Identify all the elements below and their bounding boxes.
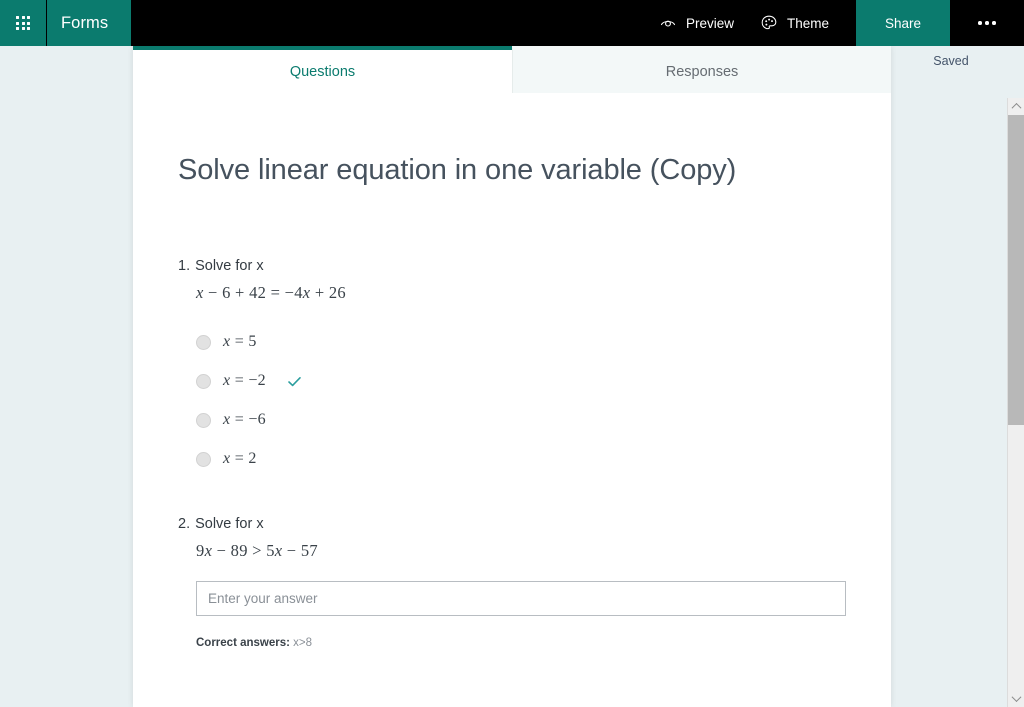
scrollbar-thumb[interactable]: [1008, 115, 1024, 425]
question-prompt: Solve for x: [195, 257, 264, 274]
brand-label: Forms: [61, 13, 109, 32]
theme-button[interactable]: Theme: [747, 0, 842, 46]
choice-option[interactable]: x = −2: [196, 362, 891, 401]
form-body: Solve linear equation in one variable (C…: [133, 93, 891, 707]
question-equation: x − 6 + 42 = −4x + 26: [196, 282, 346, 302]
answer-input-placeholder: Enter your answer: [208, 590, 318, 606]
radio-button[interactable]: [196, 373, 211, 389]
question-number: 1.: [178, 257, 191, 274]
share-label: Share: [884, 15, 922, 31]
question-number: 2.: [178, 515, 191, 532]
preview-label: Preview: [685, 15, 734, 31]
choice-options-list: x = 5 x = −2 x = −6 x = 2: [196, 323, 891, 479]
top-header-bar: Forms Preview Theme Share: [0, 0, 1024, 46]
app-launcher-grid-icon: [16, 16, 30, 30]
scroll-up-button[interactable]: [1008, 98, 1024, 115]
scroll-down-button[interactable]: [1008, 690, 1024, 707]
question-prompt: Solve for x: [195, 515, 264, 532]
question-header: 2. Solve for x: [178, 516, 891, 532]
form-editor-card: Questions Responses Solve linear equatio…: [133, 46, 891, 707]
preview-button[interactable]: Preview: [646, 0, 747, 46]
choice-label: x = 2: [223, 450, 257, 468]
tab-responses-label: Responses: [665, 63, 739, 80]
radio-button[interactable]: [196, 412, 211, 428]
question-header: 1. Solve for x: [178, 258, 891, 274]
correct-answers-label: Correct answers:: [196, 636, 290, 649]
tab-questions[interactable]: Questions: [133, 46, 512, 93]
brand-home-link[interactable]: Forms: [46, 0, 131, 46]
vertical-scrollbar[interactable]: [1007, 98, 1024, 707]
question-item[interactable]: 1. Solve for x x − 6 + 42 = −4x + 26 x =…: [178, 258, 891, 479]
more-options-button[interactable]: [950, 0, 1024, 46]
chevron-up-icon: [1011, 102, 1022, 113]
form-title[interactable]: Solve linear equation in one variable (C…: [133, 93, 891, 188]
tab-questions-label: Questions: [289, 63, 356, 80]
answer-text-input[interactable]: Enter your answer: [196, 580, 846, 616]
question-equation: 9x − 89 > 5x − 57: [196, 540, 318, 560]
tab-bar: Questions Responses: [133, 46, 891, 93]
radio-button[interactable]: [196, 451, 211, 467]
right-gutter: [891, 46, 1007, 707]
choice-option[interactable]: x = −6: [196, 401, 891, 440]
theme-label: Theme: [786, 15, 829, 31]
ellipsis-icon: [978, 21, 996, 25]
question-item[interactable]: 2. Solve for x 9x − 89 > 5x − 57 Enter y…: [178, 516, 891, 649]
palette-icon: [760, 14, 778, 32]
share-button[interactable]: Share: [856, 0, 950, 46]
chevron-down-icon: [1011, 692, 1022, 703]
save-status-label: Saved: [933, 54, 969, 68]
choice-label: x = 5: [223, 333, 257, 351]
choice-option[interactable]: x = 5: [196, 323, 891, 362]
app-launcher-button[interactable]: [0, 0, 46, 46]
header-spacer: [131, 0, 646, 46]
radio-button[interactable]: [196, 334, 211, 350]
correct-answers-value: x>8: [293, 636, 313, 649]
questions-list: 1. Solve for x x − 6 + 42 = −4x + 26 x =…: [133, 188, 891, 649]
correct-answer-check-icon: [286, 373, 303, 390]
choice-label: x = −6: [223, 411, 266, 429]
eye-icon: [659, 14, 677, 32]
tab-responses[interactable]: Responses: [512, 46, 891, 93]
choice-label: x = −2: [223, 372, 266, 390]
choice-option[interactable]: x = 2: [196, 440, 891, 479]
correct-answers-row: Correct answers: x>8: [196, 637, 891, 649]
